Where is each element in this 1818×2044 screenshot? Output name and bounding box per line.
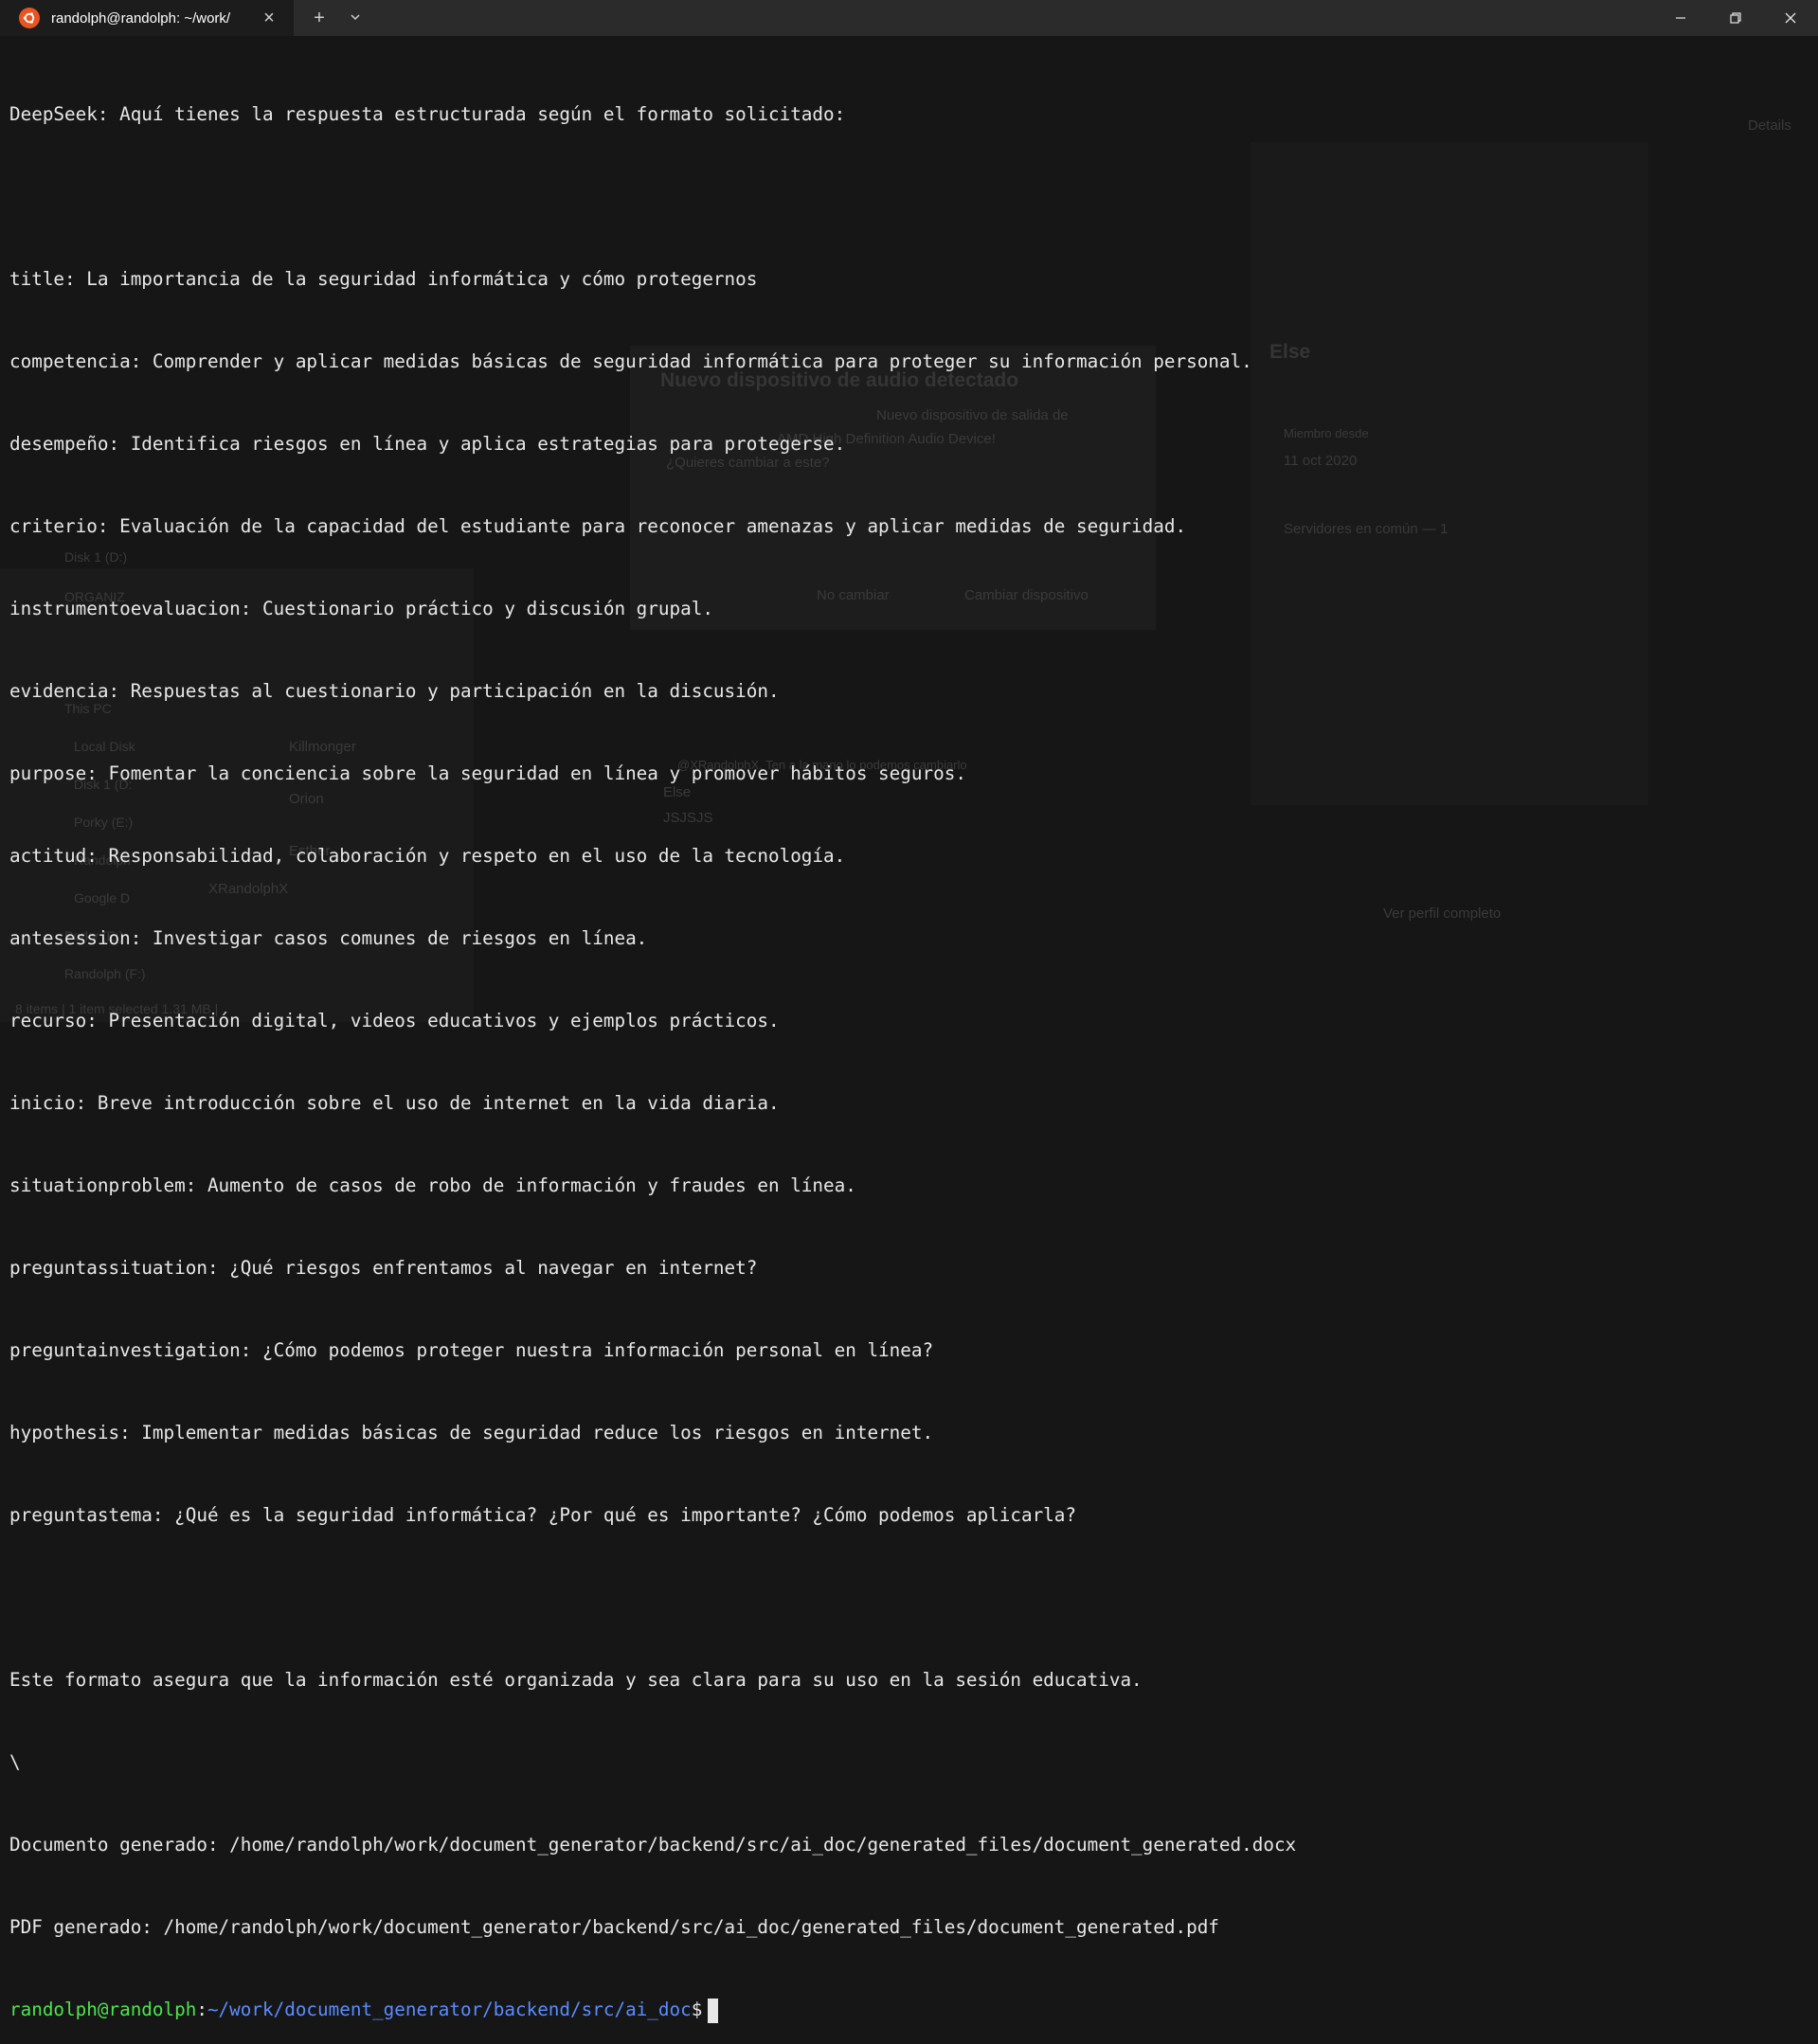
terminal-line: competencia: Comprender y aplicar medida… xyxy=(9,350,1252,372)
prompt-line[interactable]: randolph@randolph:~/work/document_genera… xyxy=(9,1996,1809,2023)
chevron-down-icon[interactable] xyxy=(337,8,373,29)
terminal-line: preguntastema: ¿Qué es la seguridad info… xyxy=(9,1504,1077,1526)
prompt-separator: : xyxy=(196,1999,207,2020)
terminal-line: evidencia: Respuestas al cuestionario y … xyxy=(9,680,780,702)
tab-title: randolph@randolph: ~/work/ xyxy=(51,9,231,27)
title-bar: randolph@randolph: ~/work/ × + xyxy=(0,0,1818,36)
terminal-line: antesession: Investigar casos comunes de… xyxy=(9,927,648,949)
terminal-line: preguntassituation: ¿Qué riesgos enfrent… xyxy=(9,1257,758,1279)
terminal-line: Este formato asegura que la información … xyxy=(9,1669,1143,1691)
terminal-tab[interactable]: randolph@randolph: ~/work/ × xyxy=(0,0,294,36)
terminal-line: hypothesis: Implementar medidas básicas … xyxy=(9,1422,934,1443)
terminal-line: recurso: Presentación digital, videos ed… xyxy=(9,1010,780,1031)
terminal-line: title: La importancia de la seguridad in… xyxy=(9,268,758,290)
restore-button[interactable] xyxy=(1708,0,1763,36)
terminal-line: situationproblem: Aumento de casos de ro… xyxy=(9,1174,856,1196)
terminal-line: desempeño: Identifica riesgos en línea y… xyxy=(9,433,846,455)
terminal-line: actitud: Responsabilidad, colaboración y… xyxy=(9,845,846,867)
terminal-line: DeepSeek: Aquí tienes la respuesta estru… xyxy=(9,103,846,125)
new-tab-button[interactable]: + xyxy=(301,8,337,29)
prompt-symbol: $ xyxy=(691,1999,703,2020)
terminal-line: \ xyxy=(9,1751,21,1773)
text-cursor xyxy=(708,1998,719,2023)
terminal-line: Documento generado: /home/randolph/work/… xyxy=(9,1834,1297,1856)
terminal-line: criterio: Evaluación de la capacidad del… xyxy=(9,515,1187,537)
terminal-line: preguntainvestigation: ¿Cómo podemos pro… xyxy=(9,1339,934,1361)
terminal-output[interactable]: DeepSeek: Aquí tienes la respuesta estru… xyxy=(9,45,1809,2044)
prompt-user: randolph@randolph xyxy=(9,1999,197,2020)
terminal-line: PDF generado: /home/randolph/work/docume… xyxy=(9,1916,1219,1938)
close-tab-icon[interactable]: × xyxy=(255,8,283,29)
prompt-path: ~/work/document_generator/backend/src/ai… xyxy=(207,1999,692,2020)
terminal-line: instrumentoevaluacion: Cuestionario prác… xyxy=(9,598,713,619)
ubuntu-icon xyxy=(19,8,40,28)
terminal-line: inicio: Breve introducción sobre el uso … xyxy=(9,1092,780,1114)
close-window-button[interactable] xyxy=(1763,0,1818,36)
minimize-button[interactable] xyxy=(1653,0,1708,36)
terminal-line: purpose: Fomentar la conciencia sobre la… xyxy=(9,762,966,784)
